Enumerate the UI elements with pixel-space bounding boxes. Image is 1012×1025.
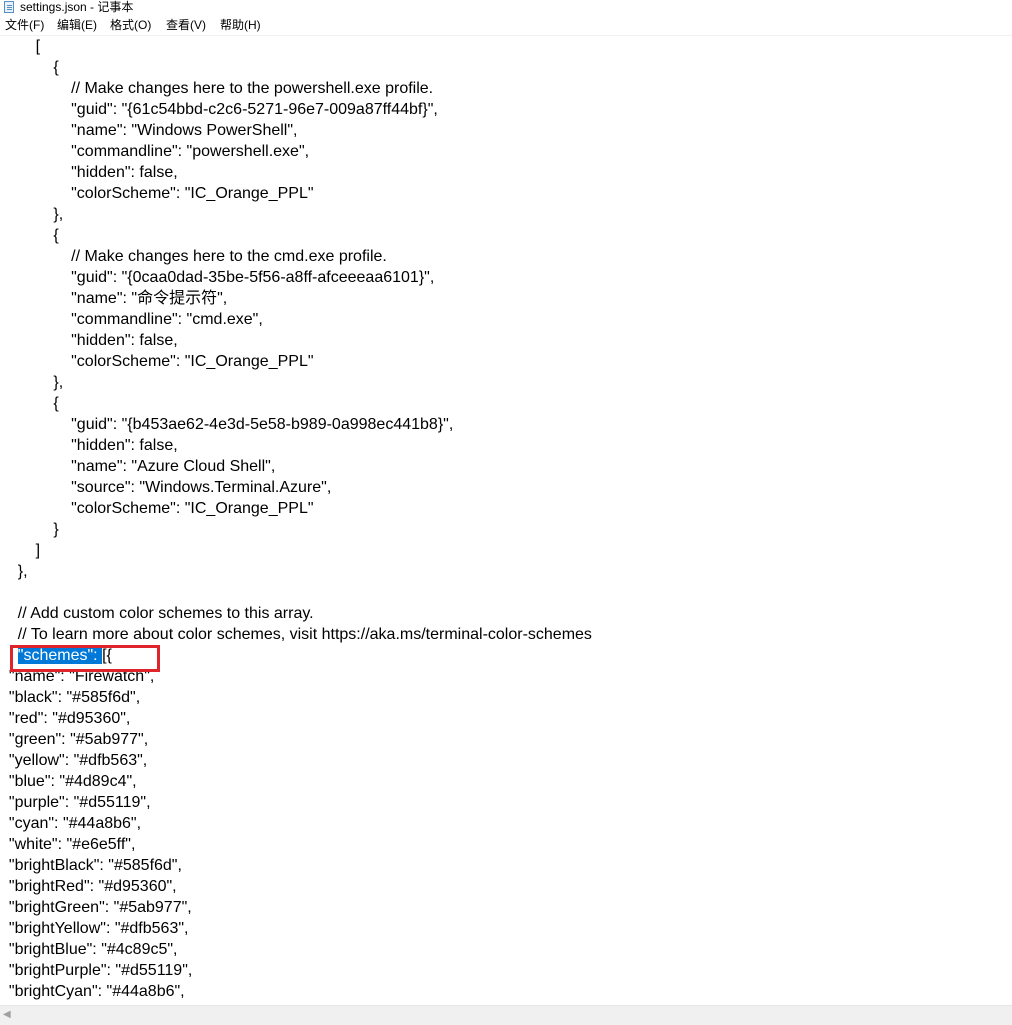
menu-help[interactable]: 帮助(H) <box>220 18 261 32</box>
code-line: "red": "#d95360", <box>0 710 131 727</box>
code-line: "brightYellow": "#dfb563", <box>0 920 189 937</box>
code-line: }, <box>0 563 28 580</box>
code-line: "brightGreen": "#5ab977", <box>0 899 192 916</box>
code-line: // To learn more about color schemes, vi… <box>0 626 592 643</box>
code-line: { <box>0 395 59 412</box>
code-line: "commandline": "cmd.exe", <box>0 311 263 328</box>
menu-format[interactable]: 格式(O) <box>110 18 151 32</box>
code-line: "colorScheme": "IC_Orange_PPL" <box>0 185 314 202</box>
code-line: "brightPurple": "#d55119", <box>0 962 193 979</box>
window-title: settings.json - 记事本 <box>20 0 134 14</box>
scroll-left-arrow-icon[interactable]: ◀ <box>3 1009 11 1021</box>
code-line: "hidden": false, <box>0 437 178 454</box>
menu-edit[interactable]: 编辑(E) <box>57 18 97 32</box>
code-line: "name": "Firewatch", <box>0 668 155 685</box>
code-line: { <box>0 59 59 76</box>
code-line: "brightCyan": "#44a8b6", <box>0 983 185 1000</box>
code-line: // Add custom color schemes to this arra… <box>0 605 314 622</box>
code-line: }, <box>0 374 64 391</box>
horizontal-scrollbar[interactable]: ◀ <box>0 1005 1012 1025</box>
code-line: // Make changes here to the cmd.exe prof… <box>0 248 387 265</box>
code-line: "cyan": "#44a8b6", <box>0 815 142 832</box>
title-bar: settings.json - 记事本 <box>0 0 1012 15</box>
code-line: "name": "命令提示符", <box>0 290 228 307</box>
text-editor-area[interactable]: [ { // Make changes here to the powershe… <box>0 36 1012 1005</box>
code-line: "yellow": "#dfb563", <box>0 752 148 769</box>
code-line: "guid": "{b453ae62-4e3d-5e58-b989-0a998e… <box>0 416 454 433</box>
code-line: "colorScheme": "IC_Orange_PPL" <box>0 500 314 517</box>
code-line: "black": "#585f6d", <box>0 689 141 706</box>
code-line: "purple": "#d55119", <box>0 794 151 811</box>
code-line: "source": "Windows.Terminal.Azure", <box>0 479 332 496</box>
code-line: "hidden": false, <box>0 164 178 181</box>
code-line: "guid": "{61c54bbd-c2c6-5271-96e7-009a87… <box>0 101 438 118</box>
code-line-schemes: "schemes": [{ <box>0 645 112 666</box>
menu-view[interactable]: 查看(V) <box>166 18 206 32</box>
code-line: // Make changes here to the powershell.e… <box>0 80 434 97</box>
code-line: "name": "Azure Cloud Shell", <box>0 458 276 475</box>
code-line: } <box>0 521 59 538</box>
code-line: "brightBlue": "#4c89c5", <box>0 941 178 958</box>
code-line: "colorScheme": "IC_Orange_PPL" <box>0 353 314 370</box>
selected-text: "schemes": <box>17 647 103 664</box>
code-line: "guid": "{0caa0dad-35be-5f56-a8ff-afceee… <box>0 269 435 286</box>
code-line: "commandline": "powershell.exe", <box>0 143 310 160</box>
menu-bar: 文件(F) 编辑(E) 格式(O) 查看(V) 帮助(H) <box>0 15 1012 36</box>
code-text: [{ <box>102 647 112 664</box>
code-line: "hidden": false, <box>0 332 178 349</box>
menu-file[interactable]: 文件(F) <box>5 18 44 32</box>
code-line: [ <box>0 38 41 55</box>
code-line: ] <box>0 542 41 559</box>
code-line: "brightRed": "#d95360", <box>0 878 177 895</box>
code-line: "name": "Windows PowerShell", <box>0 122 298 139</box>
code-line: { <box>0 227 59 244</box>
code-line: "green": "#5ab977", <box>0 731 149 748</box>
code-line: }, <box>0 206 64 223</box>
code-line: "blue": "#4d89c4", <box>0 773 137 790</box>
notepad-icon <box>4 1 14 13</box>
code-line: "white": "#e6e5ff", <box>0 836 136 853</box>
code-line: "brightBlack": "#585f6d", <box>0 857 182 874</box>
